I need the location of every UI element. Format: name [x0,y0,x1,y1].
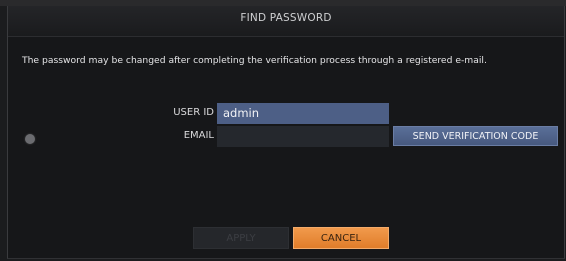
userid-field[interactable]: admin [217,103,389,124]
userid-label: USER ID [173,107,214,118]
find-password-dialog: FIND PASSWORD The password may be change… [7,6,565,259]
apply-button[interactable]: APPLY [193,227,289,249]
dialog-title-bar: FIND PASSWORD [8,6,564,37]
dialog-description: The password may be changed after comple… [22,55,487,66]
cancel-button[interactable]: CANCEL [293,227,389,249]
email-label: EMAIL [183,130,214,141]
send-verification-code-button[interactable]: SEND VERIFICATION CODE [393,126,558,146]
status-indicator-icon [25,134,35,144]
dialog-title: FIND PASSWORD [240,12,332,24]
email-field[interactable] [217,126,389,147]
